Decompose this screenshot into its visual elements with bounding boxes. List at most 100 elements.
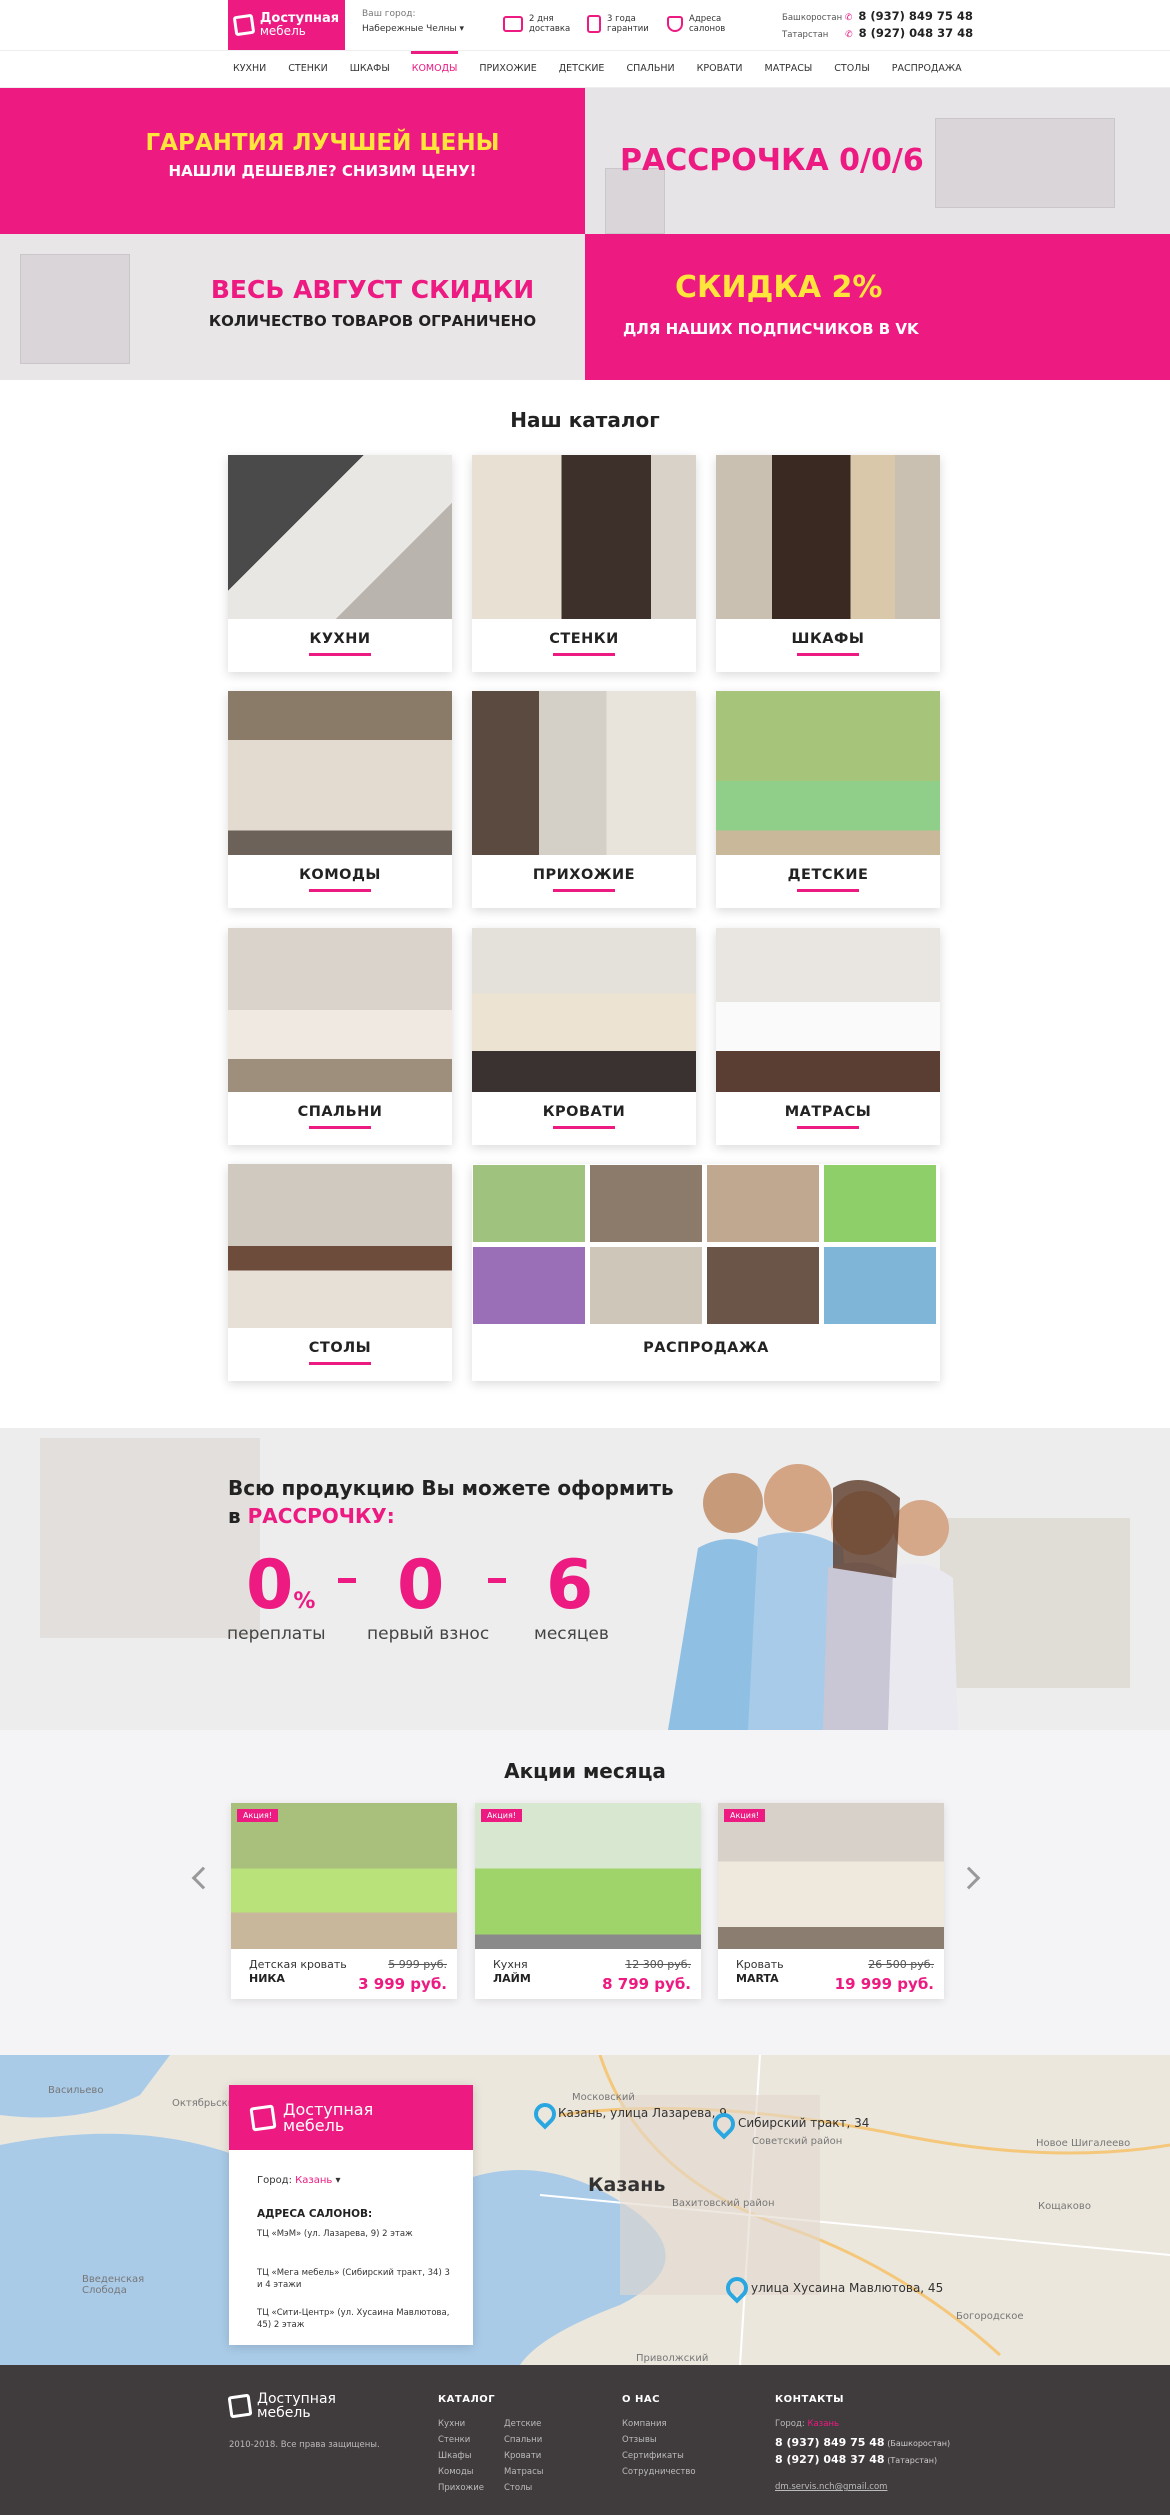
new-price: 3 999 руб. xyxy=(358,1975,447,1993)
footer-city-select[interactable]: Казань xyxy=(807,2419,839,2429)
store-icon xyxy=(667,16,683,32)
footer-phone-1[interactable]: 8 (937) 849 75 48 xyxy=(775,2436,885,2449)
nav-item-sale[interactable]: РАСПРОДАЖА xyxy=(881,51,973,87)
sale-badge: Акция! xyxy=(237,1809,278,1822)
wall-unit-image xyxy=(472,455,696,619)
footer-link[interactable]: Спальни xyxy=(504,2435,542,2445)
catalog-card-wardrobes[interactable]: ШКАФЫ xyxy=(716,455,940,672)
copyright: 2010-2018. Все права защищены. xyxy=(229,2440,380,2450)
address-item: ТЦ «Мега мебель» (Сибирский тракт, 34) 3… xyxy=(257,2268,450,2290)
catalog-card-dressers[interactable]: КОМОДЫ xyxy=(228,691,452,908)
salons-card-logo: Доступная мебель xyxy=(229,2085,473,2150)
wardrobe-image xyxy=(716,455,940,619)
footer-link[interactable]: Матрасы xyxy=(504,2467,543,2477)
catalog-card-tables[interactable]: СТОЛЫ xyxy=(228,1164,452,1381)
footer-link[interactable]: Стенки xyxy=(438,2435,470,2445)
dresser-image xyxy=(228,691,452,855)
nav-item-walls[interactable]: СТЕНКИ xyxy=(277,51,338,87)
salons-card: Доступная мебель Город: Казань ▾ АДРЕСА С… xyxy=(229,2085,473,2345)
family-photo xyxy=(668,1464,958,1730)
nav-item-kids[interactable]: ДЕТСКИЕ xyxy=(548,51,616,87)
old-price: 5 999 руб. xyxy=(388,1958,447,1971)
header-phones: Башкоростан ✆ 8 (937) 849 75 48 Татарстан… xyxy=(782,9,974,40)
product-card[interactable]: Акция! Детская кровать НИКА 5 999 руб. 3 … xyxy=(231,1803,457,1999)
footer-link[interactable]: Компания xyxy=(622,2419,667,2429)
document-icon xyxy=(587,15,601,33)
nav-item-wardrobes[interactable]: ШКАФЫ xyxy=(339,51,401,87)
nav-item-beds[interactable]: КРОВАТИ xyxy=(686,51,754,87)
months-value: 6 xyxy=(546,1546,594,1625)
kids-bed-image xyxy=(716,691,940,855)
catalog-card-walls[interactable]: СТЕНКИ xyxy=(472,455,696,672)
nav-item-hallways[interactable]: ПРИХОЖИЕ xyxy=(468,51,547,87)
city-label: Ваш город: xyxy=(362,9,416,19)
map-city-label: Казань xyxy=(588,2174,666,2196)
footer-link[interactable]: Прихожие xyxy=(438,2483,484,2493)
phone-2[interactable]: 8 (927) 048 37 48 xyxy=(859,26,974,40)
footer-link[interactable]: Сертификаты xyxy=(622,2451,684,2461)
down-payment-value: 0 xyxy=(397,1546,445,1625)
phone-icon: ✆ xyxy=(844,13,853,23)
kitchen-image xyxy=(228,455,452,619)
footer-link[interactable]: Столы xyxy=(504,2483,532,2493)
footer-link[interactable]: Кухни xyxy=(438,2419,465,2429)
nav-item-mattresses[interactable]: МАТРАСЫ xyxy=(754,51,824,87)
logo[interactable]: Доступная мебель xyxy=(228,0,345,50)
old-price: 26 500 руб. xyxy=(868,1958,934,1971)
warranty-info: 3 года гарантии xyxy=(587,14,649,34)
nav-item-tables[interactable]: СТОЛЫ xyxy=(823,51,880,87)
footer-logo[interactable]: Доступная мебель xyxy=(227,2392,336,2420)
catalog-card-sale[interactable]: РАСПРОДАЖА xyxy=(472,1164,940,1381)
new-price: 8 799 руб. xyxy=(602,1975,691,1993)
footer-link[interactable]: Детские xyxy=(504,2419,541,2429)
address-item: ТЦ «МэМ» (ул. Лазарева, 9) 2 этаж xyxy=(257,2229,413,2239)
installment-heading: Всю продукцию Вы можете оформить в РАССР… xyxy=(228,1476,674,1528)
promo-vk-discount[interactable]: СКИДКА 2% ДЛЯ НАШИХ ПОДПИСЧИКОВ В VK xyxy=(585,234,1170,380)
map-pin-label: Казань, улица Лазарева, 9 xyxy=(558,2106,727,2120)
footer-link[interactable]: Сотрудничество xyxy=(622,2467,696,2477)
delivery-info: 2 дня доставка xyxy=(503,14,570,34)
footer-link[interactable]: Кровати xyxy=(504,2451,541,2461)
map-city-select[interactable]: Казань xyxy=(295,2175,332,2186)
catalog-card-mattresses[interactable]: МАТРАСЫ xyxy=(716,928,940,1145)
logo-line2: мебель xyxy=(259,24,306,38)
product-card[interactable]: Акция! Кровать MARTA 26 500 руб. 19 999 р… xyxy=(718,1803,944,1999)
hallway-image xyxy=(472,691,696,855)
promo-best-price[interactable]: ГАРАНТИЯ ЛУЧШЕЙ ЦЕНЫ НАШЛИ ДЕШЕВЛЕ? СНИЗ… xyxy=(0,88,585,234)
map-pin-label: улица Хусаина Мавлютова, 45 xyxy=(751,2281,944,2295)
catalog-card-kitchens[interactable]: КУХНИ xyxy=(228,455,452,672)
catalog-card-beds[interactable]: КРОВАТИ xyxy=(472,928,696,1145)
phone-1[interactable]: 8 (937) 849 75 48 xyxy=(858,9,973,23)
promo-installment[interactable]: РАССРОЧКА 0/0/6 xyxy=(585,88,1170,234)
product-card[interactable]: Акция! Кухня ЛАЙМ 12 300 руб. 8 799 руб. xyxy=(475,1803,701,1999)
promo-august-sale[interactable]: ВЕСЬ АВГУСТ СКИДКИ КОЛИЧЕСТВО ТОВАРОВ ОГ… xyxy=(0,234,585,380)
footer-phone-2[interactable]: 8 (927) 048 37 48 xyxy=(775,2453,885,2466)
footer-link[interactable]: Комоды xyxy=(438,2467,473,2477)
nav-item-kitchens[interactable]: КУХНИ xyxy=(222,51,277,87)
footer-email[interactable]: dm.servis.nch@gmail.com xyxy=(775,2482,887,2492)
installment-banner: Всю продукцию Вы можете оформить в РАССР… xyxy=(0,1428,1170,1730)
mattress-image xyxy=(716,928,940,1092)
salons-link[interactable]: Адреса салонов xyxy=(667,14,725,34)
old-price: 12 300 руб. xyxy=(625,1958,691,1971)
bedroom-set-image xyxy=(228,928,452,1092)
footer-link[interactable]: Шкафы xyxy=(438,2451,471,2461)
footer-link[interactable]: Отзывы xyxy=(622,2435,657,2445)
footer xyxy=(0,2365,1170,2515)
nav-item-dressers[interactable]: КОМОДЫ xyxy=(401,51,469,87)
main-nav: КУХНИ СТЕНКИ ШКАФЫ КОМОДЫ ПРИХОЖИЕ ДЕТСК… xyxy=(0,50,1170,88)
city-selector[interactable]: Ваш город: Набережные Челны ▾ xyxy=(362,9,464,34)
catalog-title: Наш каталог xyxy=(510,408,660,432)
catalog-card-bedrooms[interactable]: СПАЛЬНИ xyxy=(228,928,452,1145)
address-item: ТЦ «Сити-Центр» (ул. Хусаина Мавлютова, … xyxy=(257,2308,450,2330)
catalog-card-hallways[interactable]: ПРИХОЖИЕ xyxy=(472,691,696,908)
phone-icon: ✆ xyxy=(845,30,853,40)
product-image xyxy=(475,1803,701,1949)
table-image xyxy=(228,1164,452,1328)
new-price: 19 999 руб. xyxy=(834,1975,934,1993)
logo-mark-icon xyxy=(232,13,256,37)
header: Доступная мебель Ваш город: Набережные Че… xyxy=(0,0,1170,50)
nav-item-bedrooms[interactable]: СПАЛЬНИ xyxy=(615,51,685,87)
logo-mark-icon xyxy=(227,2393,253,2419)
catalog-card-kids[interactable]: ДЕТСКИЕ xyxy=(716,691,940,908)
